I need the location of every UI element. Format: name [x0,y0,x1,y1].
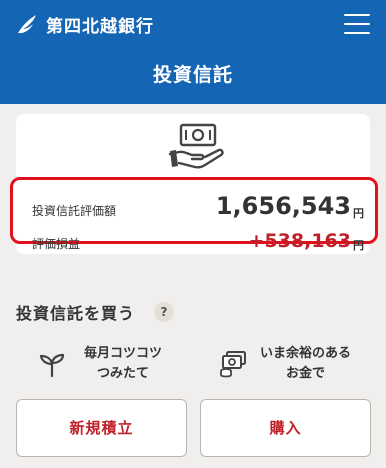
help-icon[interactable]: ? [154,302,174,322]
new-saving-button[interactable]: 新規積立 [16,399,187,457]
sprout-icon [39,353,65,378]
valuation-value: 1,656,543 [215,192,351,220]
option-lump-sum: いま余裕のある お金で [218,344,351,384]
purchase-button[interactable]: 購入 [200,399,371,457]
option-lump-sum-line2: お金で [286,366,326,381]
option-monthly-line1: 毎月コツコツ [84,346,163,361]
bank-logo-icon [18,15,36,34]
hamburger-menu-icon[interactable] [344,13,370,35]
gain-unit: 円 [353,239,364,252]
money-hand-icon [168,123,224,169]
option-monthly: 毎月コツコツ つみたて [38,344,162,384]
valuation-unit: 円 [353,207,364,220]
gain-label: 評価損益 [32,237,81,251]
option-lump-sum-line1: いま余裕のある [260,346,352,361]
bank-logo[interactable]: 第四北越銀行 [14,10,154,38]
app-header: 第四北越銀行 投資信託 [0,0,386,104]
bank-name: 第四北越銀行 [46,16,154,37]
money-stack-icon [220,351,246,378]
option-monthly-line2: つみたて [97,366,150,381]
buy-section-title: 投資信託を買う [16,304,136,323]
valuation-summary: 投資信託評価額 1,656,543 円 評価損益 +538,163 円 [10,177,378,252]
gain-value: +538,163 [248,230,351,252]
valuation-label: 投資信託評価額 [32,204,117,218]
page-title: 投資信託 [152,64,233,86]
